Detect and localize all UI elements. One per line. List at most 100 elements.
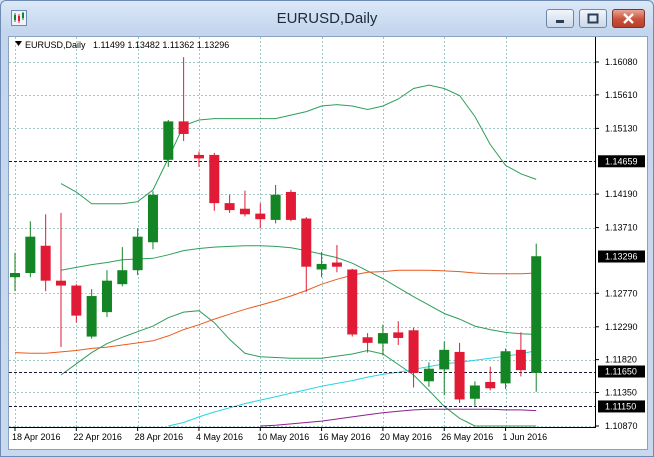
candle-body [439, 349, 450, 370]
candle [55, 212, 66, 348]
candles [10, 57, 542, 406]
candle [316, 252, 327, 278]
price-marker-label: 1.11650 [605, 367, 637, 377]
candle-body [10, 272, 20, 278]
candle-body [331, 262, 342, 267]
x-tick-label: 20 May 2016 [380, 432, 432, 442]
candle-body [224, 203, 235, 211]
candle [10, 252, 20, 292]
maximize-button[interactable] [579, 9, 607, 28]
y-tick-label: 1.14190 [605, 189, 638, 199]
x-tick-label: 1 Jun 2016 [503, 432, 548, 442]
x-tick-label: 28 Apr 2016 [135, 432, 184, 442]
candle [362, 333, 373, 353]
candle-body [71, 285, 82, 316]
candle [255, 203, 266, 229]
chart-header: EURUSD,Daily 1.11499 1.13482 1.11362 1.1… [15, 40, 229, 50]
candle [101, 270, 112, 318]
y-tick-label: 1.16080 [605, 57, 638, 67]
candle-body [531, 256, 542, 373]
candle [25, 221, 36, 278]
candle-body [270, 194, 281, 220]
candle-body [25, 236, 36, 273]
y-tick-label: 1.11820 [605, 355, 637, 365]
minimize-button[interactable] [546, 9, 574, 28]
y-tick-label: 1.13710 [605, 223, 638, 233]
candle [393, 321, 404, 345]
close-button[interactable] [612, 9, 645, 28]
candle [531, 243, 542, 392]
candle-body [255, 213, 266, 220]
candle-body [423, 368, 434, 382]
candle-body [178, 121, 189, 134]
title-bar[interactable]: EURUSD,Daily [1, 1, 653, 37]
y-tick-label: 1.11350 [605, 387, 637, 397]
symbol-label: EURUSD,Daily [25, 40, 86, 50]
candle [500, 348, 511, 389]
maximize-icon [587, 13, 599, 24]
candle-body [147, 194, 158, 243]
candle-body [500, 351, 511, 384]
candle [86, 289, 97, 339]
x-tick-label: 4 May 2016 [196, 432, 243, 442]
candle [439, 341, 450, 396]
price-marker-label: 1.13296 [605, 252, 638, 262]
candle [40, 214, 51, 292]
x-axis-labels: 18 Apr 2016 22 Apr 2016 28 Apr 2016 4 May 2… [12, 427, 547, 442]
candle [454, 342, 465, 403]
candle [193, 151, 204, 167]
chart-area[interactable]: 1.16080 1.15610 1.15130 1.14190 1.13710 1.127… [8, 36, 648, 450]
candle-body [469, 385, 480, 399]
y-tick-label: 1.10870 [605, 421, 638, 431]
candle-body [163, 121, 174, 160]
x-tick-label: 10 May 2016 [257, 432, 309, 442]
dropdown-triangle-icon[interactable] [15, 41, 22, 46]
candle [347, 268, 358, 337]
candle [132, 228, 143, 276]
candle [147, 191, 158, 250]
candle [301, 217, 312, 292]
candle-body [485, 381, 496, 389]
candle-body [393, 332, 404, 338]
candle-body [454, 351, 465, 400]
y-tick-label: 1.12290 [605, 322, 638, 332]
candle [163, 119, 174, 167]
candle [224, 194, 235, 213]
candle-body [347, 269, 358, 335]
candle-body [239, 208, 250, 215]
candle-body [301, 218, 312, 267]
candle [71, 284, 82, 323]
moving-average-purple-line [260, 408, 537, 427]
candle-body [377, 333, 388, 344]
candle-body [193, 154, 204, 159]
candle-body [40, 245, 51, 281]
x-tick-label: 26 May 2016 [441, 432, 493, 442]
close-icon [623, 13, 634, 24]
price-marker-label: 1.14659 [605, 156, 638, 166]
bollinger-middle-line [60, 245, 537, 335]
candle [178, 57, 189, 141]
candle [209, 152, 220, 211]
price-chart[interactable]: 1.16080 1.15610 1.15130 1.14190 1.13710 1.127… [9, 37, 647, 449]
candle-body [117, 270, 128, 285]
chart-window: EURUSD,Daily 1.16080 1.15610 1.15130 1.1419… [0, 0, 654, 457]
candle [117, 247, 128, 287]
bollinger-upper-line [60, 84, 537, 205]
x-tick-label: 18 Apr 2016 [12, 432, 61, 442]
y-tick-label: 1.12770 [605, 288, 638, 298]
candle [469, 381, 480, 406]
moving-average-cyan-line [168, 350, 537, 427]
x-tick-label: 16 May 2016 [319, 432, 371, 442]
candle-body [362, 337, 373, 343]
y-tick-label: 1.15610 [605, 90, 638, 100]
candle-body [408, 330, 419, 373]
candle [285, 189, 296, 222]
candle-body [209, 154, 220, 204]
candle [515, 332, 526, 377]
candle-body [515, 349, 526, 371]
candle-body [285, 191, 296, 220]
minimize-icon [556, 20, 564, 23]
candle-body [86, 296, 97, 337]
candle-body [132, 236, 143, 271]
candle [485, 366, 496, 391]
